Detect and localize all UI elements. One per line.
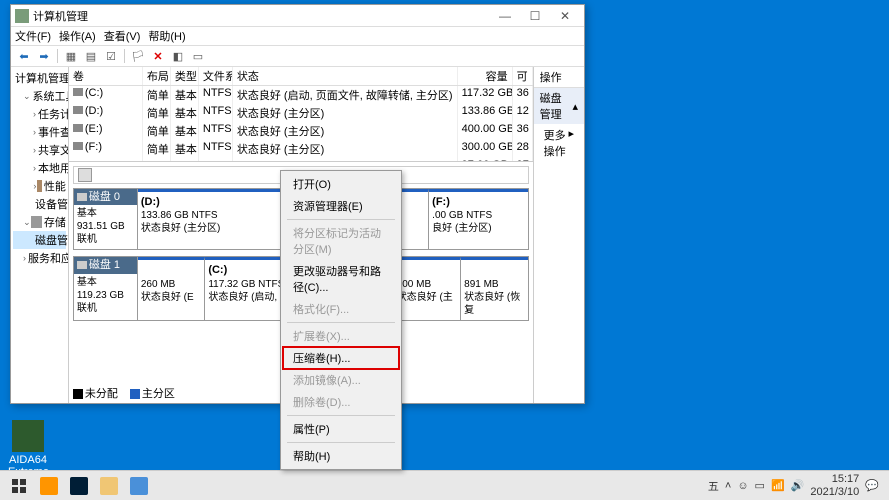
tb-icon-3[interactable]: ☑ <box>102 47 120 65</box>
tree-event-viewer[interactable]: ›事件查看器 <box>13 123 66 141</box>
aida64-icon <box>12 420 44 452</box>
menubar: 文件(F) 操作(A) 查看(V) 帮助(H) <box>11 27 584 45</box>
taskbar-app-photoshop[interactable] <box>65 474 93 498</box>
volume-row[interactable]: (D:)简单基本NTFS状态良好 (主分区)133.86 GB12 <box>69 104 533 122</box>
volume-header: 卷 布局 类型 文件系统 状态 容量 可 <box>69 67 533 86</box>
partition[interactable]: 800 MB状态良好 (主 <box>394 257 461 319</box>
col-type[interactable]: 类型 <box>171 67 199 85</box>
taskbar: 五 ˄ ☺ ▭ 📶 🔊 15:17 2021/3/10 💬 <box>0 470 889 500</box>
menu-change-letter[interactable]: 更改驱动器号和路径(C)... <box>283 260 399 298</box>
tree-root[interactable]: 计算机管理(本地) <box>13 69 66 87</box>
tb-icon-1[interactable]: ▦ <box>62 47 80 65</box>
actions-header: 操作 <box>534 67 584 88</box>
maximize-button[interactable]: ☐ <box>520 7 550 25</box>
col-volume[interactable]: 卷 <box>69 67 143 85</box>
legend: 未分配 主分区 <box>73 385 175 401</box>
tree-system-tools[interactable]: ⌄系统工具 <box>13 87 66 105</box>
system-tray: 五 ˄ ☺ ▭ 📶 🔊 15:17 2021/3/10 💬 <box>708 473 885 497</box>
partition[interactable]: 260 MB状态良好 (E <box>138 257 205 319</box>
tree-services[interactable]: ›服务和应用程序 <box>13 249 66 267</box>
taskbar-app-firefox[interactable] <box>35 474 63 498</box>
col-fs[interactable]: 文件系统 <box>199 67 233 85</box>
menu-add-mirror: 添加镜像(A)... <box>283 369 399 391</box>
clock-date: 2021/3/10 <box>810 486 859 498</box>
menu-help[interactable]: 帮助(H) <box>283 445 399 467</box>
tree-disk-management[interactable]: 磁盘管理 <box>13 231 66 249</box>
tree-task-scheduler[interactable]: ›任务计划程序 <box>13 105 66 123</box>
chevron-right-icon: ▸ <box>568 127 574 159</box>
tb-icon-5[interactable]: ◧ <box>169 47 187 65</box>
tray-ime-icon[interactable]: ☺ <box>737 480 748 492</box>
menu-properties[interactable]: 属性(P) <box>283 418 399 440</box>
menu-delete: 删除卷(D)... <box>283 391 399 413</box>
navigation-tree[interactable]: 计算机管理(本地) ⌄系统工具 ›任务计划程序 ›事件查看器 ›共享文件夹 ›本… <box>11 67 69 403</box>
taskbar-app-download[interactable] <box>125 474 153 498</box>
menu-format: 格式化(F)... <box>283 298 399 320</box>
tree-performance[interactable]: ›性能 <box>13 177 66 195</box>
col-capacity[interactable]: 容量 <box>458 67 513 85</box>
tray-volume-icon[interactable]: 🔊 <box>791 479 805 492</box>
actions-more[interactable]: 更多操作▸ <box>534 124 584 162</box>
tray-up-icon[interactable]: ˄ <box>725 480 731 492</box>
close-button[interactable]: ✕ <box>550 7 580 25</box>
disk-info[interactable]: 磁盘 1基本119.23 GB联机 <box>74 257 138 319</box>
tree-shared-folders[interactable]: ›共享文件夹 <box>13 141 66 159</box>
titlebar[interactable]: 计算机管理 — ☐ ✕ <box>11 5 584 27</box>
menu-open[interactable]: 打开(O) <box>283 173 399 195</box>
tb-icon-4[interactable]: 🏳 <box>129 47 147 65</box>
tb-icon-delete[interactable]: ✕ <box>149 47 167 65</box>
menu-help[interactable]: 帮助(H) <box>148 28 185 44</box>
menu-action[interactable]: 操作(A) <box>59 28 96 44</box>
context-menu: 打开(O) 资源管理器(E) 将分区标记为活动分区(M) 更改驱动器号和路径(C… <box>280 170 402 470</box>
disk-info[interactable]: 磁盘 0基本931.51 GB联机 <box>74 189 138 249</box>
tray-battery-icon[interactable]: ▭ <box>755 479 765 492</box>
menu-mark-active: 将分区标记为活动分区(M) <box>283 222 399 260</box>
tray-notifications-icon[interactable]: 💬 <box>865 479 879 492</box>
forward-button[interactable]: ➡ <box>35 47 53 65</box>
actions-pane: 操作 磁盘管理▴ 更多操作▸ <box>534 67 584 403</box>
back-button[interactable]: ⬅ <box>15 47 33 65</box>
tree-storage[interactable]: ⌄存储 <box>13 213 66 231</box>
col-free[interactable]: 可 <box>513 67 533 85</box>
partition[interactable]: 891 MB状态良好 (恢复 <box>461 257 527 319</box>
taskbar-clock[interactable]: 15:17 2021/3/10 <box>810 473 859 497</box>
menu-explorer[interactable]: 资源管理器(E) <box>283 195 399 217</box>
volume-list[interactable]: 卷 布局 类型 文件系统 状态 容量 可 (C:)简单基本NTFS状态良好 (启… <box>69 67 533 162</box>
tray-wifi-icon[interactable]: 📶 <box>771 479 785 492</box>
tree-local-users[interactable]: ›本地用户和组 <box>13 159 66 177</box>
start-button[interactable] <box>4 474 34 498</box>
actions-subheader[interactable]: 磁盘管理▴ <box>534 88 584 124</box>
disk-type-icon[interactable] <box>78 168 92 182</box>
tray-day[interactable]: 五 <box>708 478 719 494</box>
tb-icon-2[interactable]: ▤ <box>82 47 100 65</box>
volume-row[interactable]: (C:)简单基本NTFS状态良好 (启动, 页面文件, 故障转储, 主分区)11… <box>69 86 533 104</box>
toolbar: ⬅ ➡ ▦ ▤ ☑ 🏳 ✕ ◧ ▭ <box>11 45 584 67</box>
menu-file[interactable]: 文件(F) <box>15 28 51 44</box>
window-title: 计算机管理 <box>33 8 490 24</box>
volume-row[interactable]: (F:)简单基本NTFS状态良好 (主分区)300.00 GB28 <box>69 140 533 158</box>
clock-time: 15:17 <box>810 473 859 485</box>
tb-icon-6[interactable]: ▭ <box>189 47 207 65</box>
taskbar-app-explorer[interactable] <box>95 474 123 498</box>
menu-view[interactable]: 查看(V) <box>104 28 141 44</box>
collapse-icon: ▴ <box>572 100 578 113</box>
app-icon <box>15 9 29 23</box>
minimize-button[interactable]: — <box>490 7 520 25</box>
col-layout[interactable]: 布局 <box>143 67 171 85</box>
col-status[interactable]: 状态 <box>233 67 458 85</box>
volume-row[interactable]: (E:)简单基本NTFS状态良好 (主分区)400.00 GB36 <box>69 122 533 140</box>
partition[interactable]: (F:).00 GB NTFS良好 (主分区) <box>429 189 527 249</box>
menu-shrink[interactable]: 压缩卷(H)... <box>282 346 400 370</box>
tree-device-manager[interactable]: 设备管理器 <box>13 195 66 213</box>
menu-extend: 扩展卷(X)... <box>283 325 399 347</box>
